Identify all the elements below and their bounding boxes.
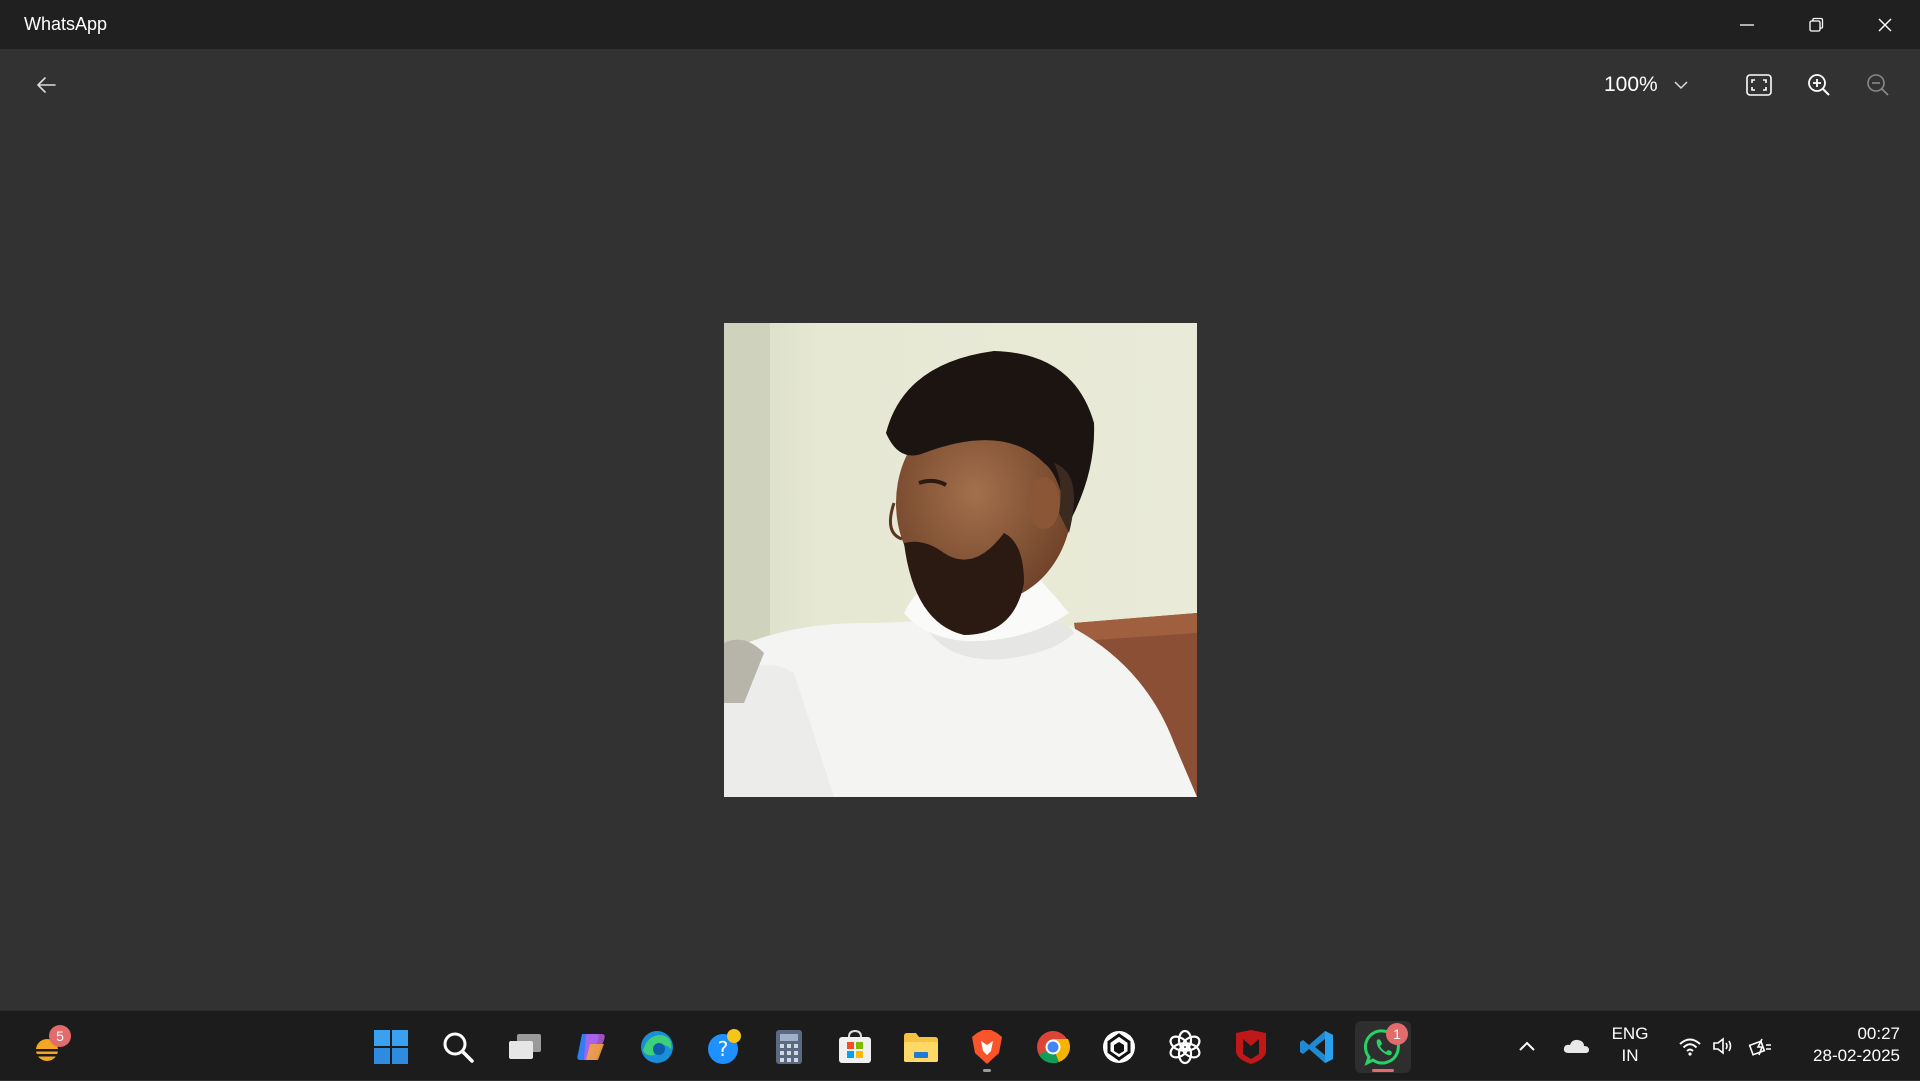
- close-icon: [1878, 18, 1891, 31]
- whatsapp-button[interactable]: 1: [1355, 1021, 1411, 1073]
- svg-text:?: ?: [718, 1037, 729, 1061]
- battery-charging-icon: [1748, 1038, 1771, 1056]
- minimize-button[interactable]: [1712, 0, 1781, 49]
- fit-screen-icon: [1746, 74, 1772, 96]
- vscode-button[interactable]: [1289, 1021, 1345, 1073]
- clock-button[interactable]: 00:27 28-02-2025: [1790, 1023, 1900, 1067]
- microsoft-store-button[interactable]: [827, 1021, 883, 1073]
- wifi-icon: [1679, 1038, 1701, 1056]
- widgets-badge: 5: [49, 1025, 71, 1047]
- back-button[interactable]: [24, 63, 68, 107]
- volume-button[interactable]: [1706, 1011, 1740, 1081]
- taskbar: 5 ? 1 ENG IN 00:27 28-02-2025: [0, 1010, 1920, 1080]
- zoom-level: 100%: [1604, 73, 1658, 96]
- copilot-icon: [577, 1034, 605, 1060]
- restore-button[interactable]: [1781, 0, 1850, 49]
- get-help-button[interactable]: ?: [695, 1021, 751, 1073]
- mcafee-button[interactable]: [1223, 1021, 1279, 1073]
- photo-image: [724, 323, 1197, 797]
- mcafee-icon: [1236, 1030, 1266, 1064]
- vscode-icon: [1300, 1031, 1333, 1063]
- input-language-button[interactable]: ENG IN: [1600, 1023, 1660, 1067]
- chevron-up-icon: [1519, 1041, 1535, 1051]
- start-button[interactable]: [363, 1021, 419, 1073]
- brave-button[interactable]: [959, 1021, 1015, 1073]
- file-explorer-icon: [904, 1033, 938, 1062]
- openai-app-button[interactable]: [1091, 1021, 1147, 1073]
- store-icon: [839, 1029, 871, 1063]
- arrow-left-icon: [37, 77, 56, 93]
- edge-button[interactable]: [629, 1021, 685, 1073]
- edge-icon: [641, 1031, 673, 1063]
- task-view-button[interactable]: [497, 1021, 553, 1073]
- calculator-button[interactable]: [761, 1021, 817, 1073]
- chatgpt-button[interactable]: [1157, 1021, 1213, 1073]
- zoom-out-button[interactable]: [1856, 63, 1900, 107]
- chrome-icon: [1037, 1031, 1071, 1064]
- chrome-button[interactable]: [1025, 1021, 1081, 1073]
- cloud-icon: [1563, 1039, 1589, 1053]
- chevron-down-icon: [1674, 81, 1688, 90]
- zoom-in-icon: [1808, 74, 1830, 96]
- active-indicator: [1372, 1069, 1394, 1072]
- widgets-button[interactable]: 5: [19, 1021, 75, 1073]
- clock-time: 00:27: [1857, 1024, 1900, 1043]
- calculator-icon: [776, 1030, 802, 1064]
- search-icon: [443, 1032, 474, 1063]
- fit-to-screen-button[interactable]: [1737, 63, 1781, 107]
- brave-icon: [972, 1030, 1002, 1064]
- title-bar: WhatsApp: [0, 0, 1920, 49]
- minimize-icon: [1739, 23, 1754, 26]
- zoom-dropdown[interactable]: 100%: [1604, 63, 1688, 107]
- network-button[interactable]: [1672, 1011, 1708, 1081]
- task-view-icon: [509, 1034, 541, 1059]
- chatgpt-icon: [1169, 1029, 1201, 1065]
- zoom-in-button[interactable]: [1797, 63, 1841, 107]
- restore-icon: [1808, 17, 1823, 32]
- close-button[interactable]: [1850, 0, 1919, 49]
- onedrive-button[interactable]: [1558, 1011, 1594, 1081]
- displayed-photo: [724, 323, 1197, 797]
- zoom-out-icon: [1867, 74, 1889, 96]
- speaker-icon: [1713, 1037, 1732, 1055]
- region-code: IN: [1621, 1046, 1639, 1065]
- windows-start-icon: [374, 1030, 408, 1064]
- clock-date: 28-02-2025: [1813, 1046, 1900, 1065]
- whatsapp-badge: 1: [1386, 1023, 1408, 1045]
- help-icon: ?: [708, 1029, 741, 1064]
- openai-app-icon: [1103, 1031, 1135, 1063]
- language-code: ENG: [1611, 1024, 1649, 1043]
- battery-button[interactable]: [1742, 1011, 1778, 1081]
- running-indicator: [983, 1069, 991, 1072]
- taskbar-search-button[interactable]: [430, 1021, 486, 1073]
- file-explorer-button[interactable]: [893, 1021, 949, 1073]
- show-hidden-icons-button[interactable]: [1512, 1011, 1542, 1081]
- copilot-button[interactable]: [563, 1021, 619, 1073]
- window-title: WhatsApp: [24, 14, 108, 34]
